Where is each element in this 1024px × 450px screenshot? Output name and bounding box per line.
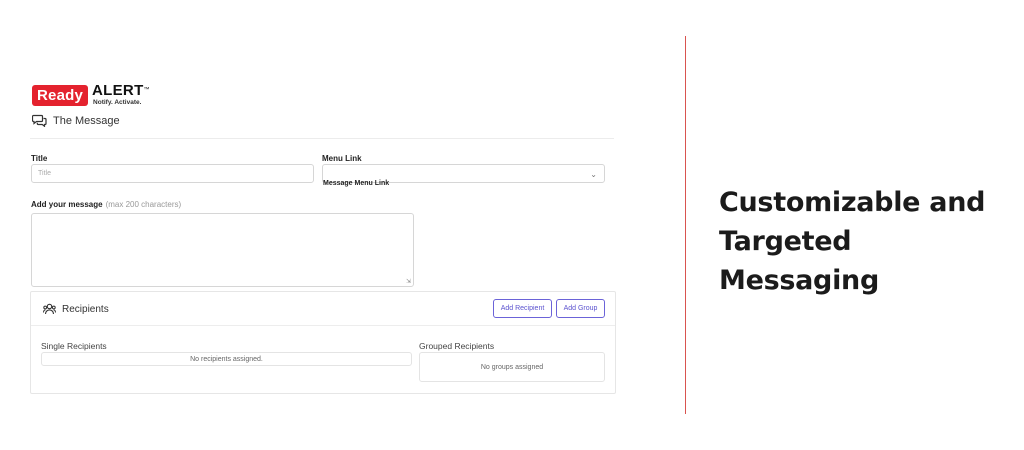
grouped-recipients-empty: No groups assigned — [480, 363, 544, 371]
logo-tagline: Notify. Activate. — [93, 99, 142, 106]
grouped-recipients-list: No groups assigned — [419, 352, 605, 382]
recipients-header: Recipients Add Recipient Add Group — [31, 292, 615, 326]
title-input[interactable]: Title — [31, 164, 314, 183]
menu-link-label: Menu Link — [322, 154, 362, 163]
vertical-divider — [685, 36, 686, 414]
single-recipients-label: Single Recipients — [41, 341, 107, 351]
section-title: The Message — [53, 114, 120, 127]
logo-trademark: ™ — [143, 87, 150, 93]
message-label: Add your message (max 200 characters) — [31, 200, 182, 209]
menu-link-sublabel: Message Menu Link — [323, 180, 390, 187]
resize-handle-icon[interactable]: ⇲ — [406, 279, 411, 285]
headline: Customizable and Targeted Messaging — [719, 183, 1009, 300]
recipients-title: Recipients — [62, 303, 109, 315]
headline-line-2: Targeted Messaging — [719, 226, 879, 296]
logo-badge: Ready — [32, 85, 89, 106]
add-group-button[interactable]: Add Group — [556, 299, 605, 318]
message-section-heading: The Message — [32, 114, 120, 127]
title-placeholder: Title — [38, 170, 51, 177]
chevron-down-icon: ⌄ — [590, 170, 597, 179]
add-recipient-button[interactable]: Add Recipient — [493, 299, 552, 318]
users-icon — [43, 303, 56, 315]
single-recipients-empty: No recipients assigned. — [190, 355, 263, 363]
headline-line-1: Customizable and — [719, 187, 986, 218]
ready-alert-logo: Ready ALERT™ Notify. Activate. — [32, 83, 150, 107]
recipients-card: Recipients Add Recipient Add Group Singl… — [30, 291, 616, 394]
chat-bubbles-icon — [32, 114, 47, 127]
grouped-recipients-label: Grouped Recipients — [419, 341, 495, 351]
title-label: Title — [31, 154, 48, 163]
message-textarea[interactable]: ⇲ — [31, 213, 414, 287]
single-recipients-list: No recipients assigned. — [41, 352, 412, 366]
logo-name: ALERT — [92, 82, 144, 99]
section-divider — [30, 138, 614, 139]
message-hint: (max 200 characters) — [105, 200, 182, 209]
